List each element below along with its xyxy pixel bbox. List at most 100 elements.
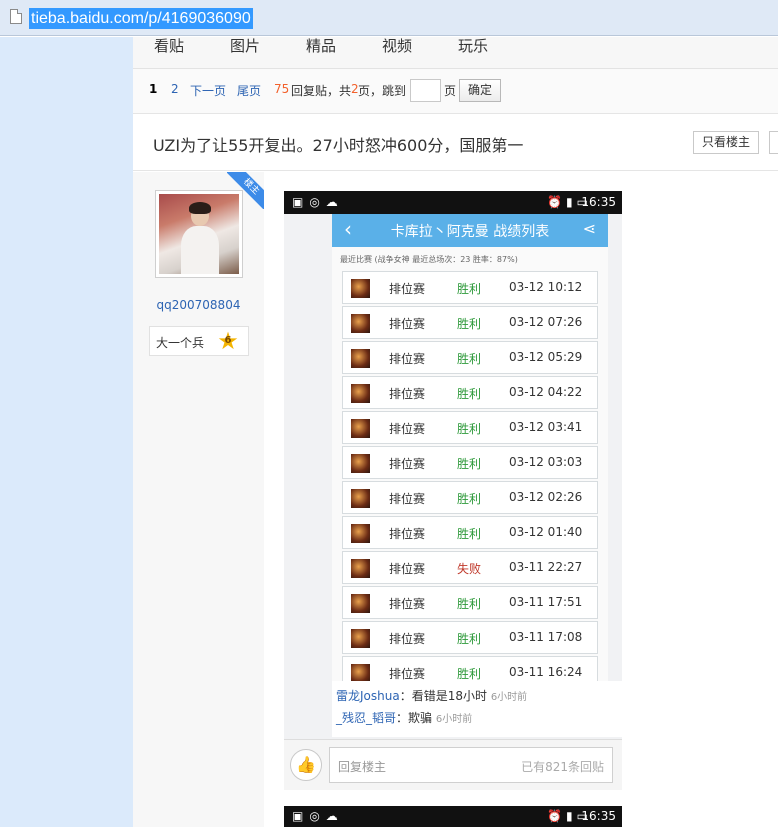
thread-nav: 看贴 图片 精品 视频 玩乐	[133, 37, 778, 69]
jump-label: 页，跳到	[358, 84, 407, 98]
match-mode: 排位赛	[389, 457, 426, 471]
reply-count-text: 已有821条回贴	[521, 760, 604, 774]
match-row: 排位赛 胜利 03-11 17:08	[342, 621, 598, 654]
hero-icon	[351, 489, 370, 508]
match-result: 胜利	[457, 282, 482, 296]
status-icons-left: ▣◎☁	[292, 195, 344, 209]
match-time: 03-11 22:27	[509, 560, 583, 574]
reply-label: 回复贴，共	[291, 84, 352, 98]
tab-posts[interactable]: 看贴	[154, 35, 184, 56]
match-time: 03-12 03:03	[509, 455, 583, 469]
match-time: 03-12 10:12	[509, 280, 583, 294]
match-mode: 排位赛	[389, 422, 426, 436]
match-mode: 排位赛	[389, 527, 426, 541]
comment-text: ：欺骗	[396, 711, 433, 725]
thread-title: UZI为了让55开复出。27小时怒冲600分，国服第一	[153, 136, 524, 155]
address-bar[interactable]: tieba.baidu.com/p/4169036090	[0, 0, 778, 36]
last-page-link[interactable]: 尾页	[237, 82, 261, 99]
match-row: 排位赛 胜利 03-12 04:22	[342, 376, 598, 409]
match-mode: 排位赛	[389, 317, 426, 331]
match-mode: 排位赛	[389, 282, 426, 296]
status-time: 16:35	[581, 809, 616, 823]
page-icon	[10, 9, 22, 24]
match-mode: 排位赛	[389, 597, 426, 611]
match-result: 胜利	[457, 667, 482, 681]
comment-time: 6小时前	[435, 714, 473, 725]
match-row: 排位赛 失败 03-11 22:27	[342, 551, 598, 584]
match-time: 03-12 05:29	[509, 350, 583, 364]
page-unit: 页	[444, 84, 457, 98]
tab-featured[interactable]: 精品	[306, 35, 336, 56]
match-mode: 排位赛	[389, 352, 426, 366]
comment-item: _残忍_韬哥：欺骗 6小时前	[336, 709, 472, 726]
hero-icon	[351, 524, 370, 543]
url-text[interactable]: tieba.baidu.com/p/4169036090	[29, 8, 253, 29]
match-row: 排位赛 胜利 03-12 03:41	[342, 411, 598, 444]
match-row: 排位赛 胜利 03-12 05:29	[342, 341, 598, 374]
author-panel: 楼主 qq200708804 大一个兵 ★ 6	[133, 172, 264, 827]
match-row: 排位赛 胜利 03-12 02:26	[342, 481, 598, 514]
comment-user: _残忍_韬哥	[336, 711, 397, 725]
match-time: 03-11 16:24	[509, 665, 583, 679]
match-mode: 排位赛	[389, 492, 426, 506]
jump-page-input[interactable]	[410, 79, 441, 102]
match-result: 胜利	[457, 457, 482, 471]
next-page-link[interactable]: 下一页	[190, 82, 226, 99]
status-time: 16:35	[581, 195, 616, 209]
match-row: 排位赛 胜利 03-12 10:12	[342, 271, 598, 304]
tab-images[interactable]: 图片	[230, 35, 260, 56]
hero-icon	[351, 664, 370, 681]
current-page: 1	[149, 82, 158, 96]
phone-status-bar: ▣◎☁ ⏰▮▭ 16:35	[284, 191, 622, 214]
tab-fun[interactable]: 玩乐	[458, 35, 488, 56]
match-time: 03-12 07:26	[509, 315, 583, 329]
rank-title: 大一个兵	[156, 336, 205, 350]
page-2-link[interactable]: 2	[171, 82, 179, 96]
match-result: 胜利	[457, 597, 482, 611]
hero-icon	[351, 279, 370, 298]
hero-icon	[351, 314, 370, 333]
match-time: 03-11 17:08	[509, 630, 583, 644]
match-mode: 排位赛	[389, 562, 426, 576]
more-button[interactable]	[769, 131, 778, 154]
hero-icon	[351, 594, 370, 613]
hero-icon	[351, 419, 370, 438]
match-result: 胜利	[457, 632, 482, 646]
match-mode: 排位赛	[389, 387, 426, 401]
avatar[interactable]	[155, 190, 243, 278]
app-title: 卡库拉丶阿克曼 战绩列表	[390, 224, 550, 240]
reply-bar: 👍 回复楼主 已有821条回贴	[284, 739, 622, 790]
match-mode: 排位赛	[389, 667, 426, 681]
match-time: 03-11 17:51	[509, 595, 583, 609]
app-bar: ‹ 卡库拉丶阿克曼 战绩列表 ⋖	[332, 214, 608, 247]
hero-icon	[351, 559, 370, 578]
comment-item: 雷龙Joshua：看错是18小时 6小时前	[336, 687, 527, 704]
match-mode: 排位赛	[389, 632, 426, 646]
username-link[interactable]: qq200708804	[133, 298, 264, 312]
match-row: 排位赛 胜利 03-12 07:26	[342, 306, 598, 339]
hero-icon	[351, 454, 370, 473]
match-time: 03-12 04:22	[509, 385, 583, 399]
match-result: 胜利	[457, 422, 482, 436]
match-result: 胜利	[457, 352, 482, 366]
thumbs-up-icon: 👍	[290, 749, 322, 781]
match-result: 失败	[457, 562, 482, 576]
tab-videos[interactable]: 视频	[382, 35, 412, 56]
thread-header: UZI为了让55开复出。27小时怒冲600分，国服第一 只看楼主	[133, 115, 778, 171]
only-op-button[interactable]: 只看楼主	[693, 131, 759, 154]
match-result: 胜利	[457, 317, 482, 331]
rank-badge: 大一个兵 ★ 6	[149, 326, 249, 356]
match-time: 03-12 01:40	[509, 525, 583, 539]
confirm-button[interactable]: 确定	[459, 79, 501, 102]
left-background	[0, 37, 133, 827]
pager: 1 2 下一页 尾页 75 回复贴，共 2 页，跳到 页 确定	[133, 69, 778, 114]
comment-text: ：看错是18小时	[399, 689, 487, 703]
match-time: 03-12 03:41	[509, 420, 583, 434]
comment-list: 雷龙Joshua：看错是18小时 6小时前 _残忍_韬哥：欺骗 6小时前	[332, 681, 622, 737]
post-image-2[interactable]: ▣◎☁ ⏰▮▭ 16:35	[284, 806, 622, 827]
post-image[interactable]: ▣◎☁ ⏰▮▭ 16:35 ‹ 卡库拉丶阿克曼 战绩列表 ⋖ 最近比赛 (战争女…	[284, 191, 622, 790]
comment-time: 6小时前	[490, 692, 528, 703]
match-time: 03-12 02:26	[509, 490, 583, 504]
match-result: 胜利	[457, 527, 482, 541]
match-result: 胜利	[457, 387, 482, 401]
